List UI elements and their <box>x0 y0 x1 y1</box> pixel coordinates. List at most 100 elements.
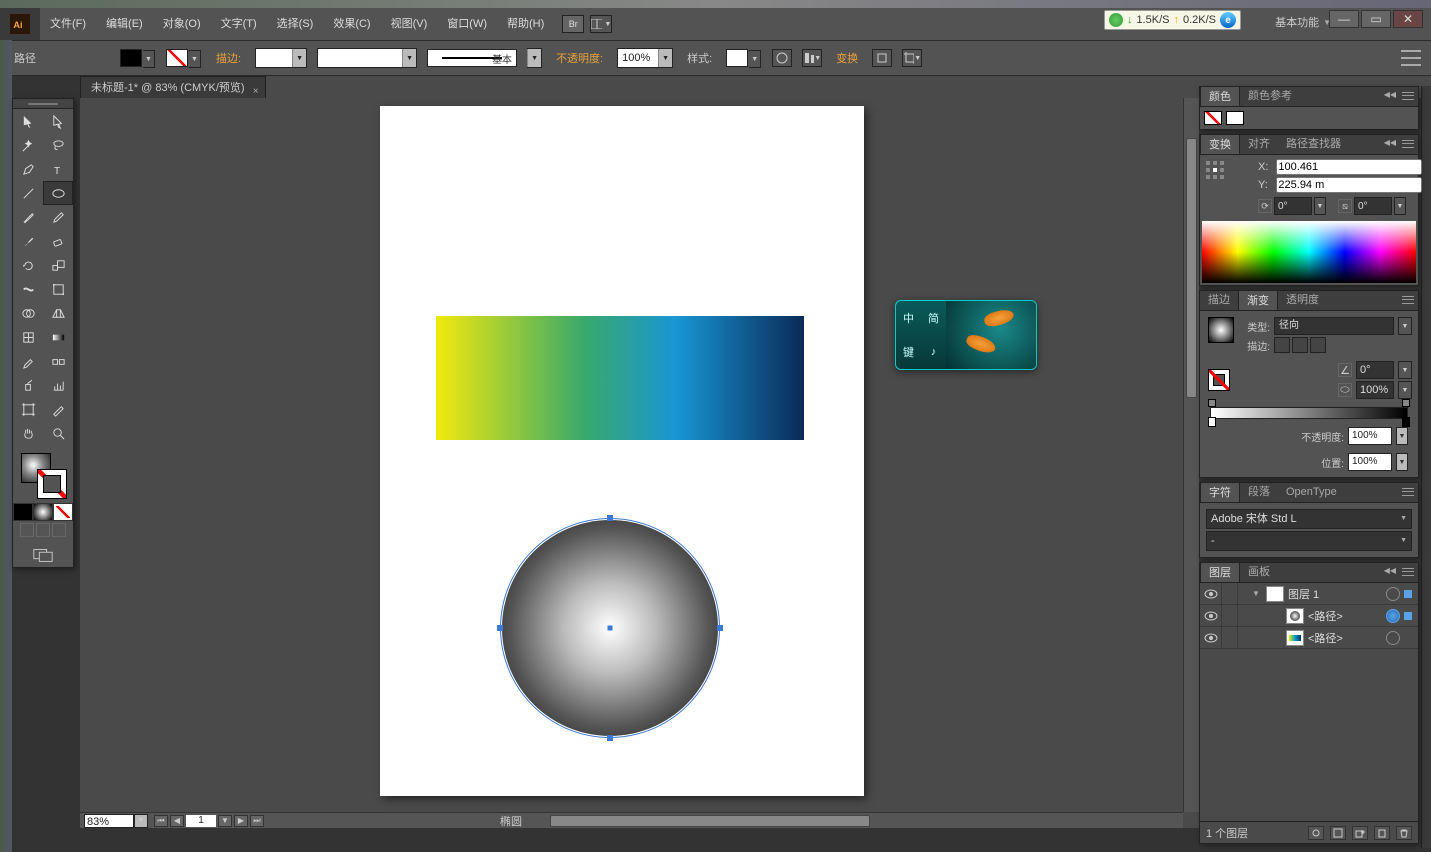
layer-name[interactable]: <路径> <box>1308 608 1382 624</box>
screen-mode[interactable] <box>13 543 73 567</box>
gradient-opacity-dropdown[interactable]: ▼ <box>1396 427 1408 445</box>
delete-layer-icon[interactable] <box>1396 826 1412 840</box>
anchor-point[interactable] <box>607 515 613 521</box>
arrange-docs-button[interactable]: ▼ <box>590 15 612 33</box>
visibility-toggle[interactable] <box>1200 583 1222 605</box>
graphic-style[interactable]: ▼ <box>726 49 748 67</box>
shape-builder-tool[interactable] <box>13 301 43 325</box>
collapse-icon[interactable]: ◀◀ <box>1384 90 1396 99</box>
anchor-point[interactable] <box>717 625 723 631</box>
gradient-slider[interactable] <box>1210 407 1408 419</box>
stroke-swatch[interactable]: ▼ <box>166 49 188 67</box>
rotate-tool[interactable] <box>13 253 43 277</box>
layer-row[interactable]: <路径> <box>1200 605 1418 627</box>
tab-stroke[interactable]: 描边 <box>1200 290 1238 310</box>
draw-inside[interactable] <box>52 523 66 537</box>
ie-icon[interactable]: e <box>1220 12 1236 28</box>
align-icon[interactable]: ▼ <box>802 49 822 67</box>
pen-tool[interactable] <box>13 157 43 181</box>
gradient-preview[interactable] <box>1208 317 1234 343</box>
document-tab[interactable]: 未标题-1* @ 83% (CMYK/预览)× <box>80 76 266 98</box>
eraser-tool[interactable] <box>43 229 73 253</box>
direct-selection-tool[interactable] <box>43 109 73 133</box>
target-icon[interactable] <box>1386 609 1400 623</box>
app-logo[interactable]: Ai <box>0 8 40 40</box>
lock-toggle[interactable] <box>1222 605 1238 627</box>
toolbox-grip[interactable] <box>13 99 73 109</box>
gradient-rectangle-object[interactable] <box>436 316 804 440</box>
tab-artboards[interactable]: 画板 <box>1240 562 1278 582</box>
menu-window[interactable]: 窗口(W) <box>437 8 497 40</box>
width-tool[interactable] <box>13 277 43 301</box>
gradient-stroke-swatch[interactable] <box>1208 369 1230 391</box>
solid-color-mode[interactable] <box>13 503 33 521</box>
visibility-toggle[interactable] <box>1200 605 1222 627</box>
layer-list[interactable]: ▼图层 1 <路径> <路径> <box>1200 583 1418 821</box>
opacity-label[interactable]: 不透明度: <box>552 50 607 66</box>
rotate-dropdown[interactable]: ▼ <box>1314 197 1326 215</box>
scrollbar-thumb[interactable] <box>550 815 870 827</box>
stroke-grad-1[interactable] <box>1274 337 1290 353</box>
tab-transparency[interactable]: 透明度 <box>1278 290 1327 310</box>
gradient-tool[interactable] <box>43 325 73 349</box>
menu-effect[interactable]: 效果(C) <box>323 8 380 40</box>
anchor-point[interactable] <box>607 735 613 741</box>
ime-simplified-button[interactable]: 简 <box>921 301 946 335</box>
layer-name[interactable]: 图层 1 <box>1288 586 1382 602</box>
color-stop-white[interactable] <box>1208 417 1216 427</box>
perspective-grid-tool[interactable] <box>43 301 73 325</box>
bridge-button[interactable]: Br <box>562 15 584 33</box>
page-dropdown[interactable]: ▼ <box>218 815 232 827</box>
type-tool[interactable]: T <box>43 157 73 181</box>
ime-keyboard-button[interactable]: 键 <box>896 335 921 369</box>
shear-input[interactable]: 0° <box>1354 197 1392 215</box>
menu-object[interactable]: 对象(O) <box>153 8 211 40</box>
first-page-button[interactable]: ⏮ <box>154 815 168 827</box>
visibility-toggle[interactable] <box>1200 627 1222 649</box>
panel-menu-icon[interactable] <box>1400 565 1416 579</box>
font-style-select[interactable]: -▼ <box>1206 531 1412 551</box>
reference-point-grid[interactable] <box>1206 161 1226 181</box>
tab-transform[interactable]: 变换 <box>1200 134 1240 154</box>
layer-row[interactable]: ▼图层 1 <box>1200 583 1418 605</box>
tab-opentype[interactable]: OpenType <box>1278 482 1345 502</box>
draw-normal[interactable] <box>20 523 34 537</box>
panel-dock-edge[interactable] <box>1421 86 1431 848</box>
menu-view[interactable]: 视图(V) <box>381 8 438 40</box>
menu-file[interactable]: 文件(F) <box>40 8 96 40</box>
x-input[interactable] <box>1276 159 1422 175</box>
isolate-icon[interactable] <box>872 49 892 67</box>
blob-brush-tool[interactable] <box>13 229 43 253</box>
mesh-tool[interactable] <box>13 325 43 349</box>
stroke-grad-3[interactable] <box>1310 337 1326 353</box>
stroke-style[interactable]: 基本 <box>427 49 517 67</box>
minimize-button[interactable]: — <box>1329 10 1359 28</box>
crop-icon[interactable]: ▼ <box>902 49 922 67</box>
opacity-stop-right[interactable] <box>1402 399 1410 407</box>
color-stop-black[interactable] <box>1402 417 1410 427</box>
ime-cn-button[interactable]: 中 <box>896 301 921 335</box>
new-layer-icon[interactable] <box>1374 826 1390 840</box>
transform-label[interactable]: 变换 <box>832 50 862 66</box>
workspace-preset[interactable]: 基本功能▼ <box>1275 14 1331 30</box>
locate-object-icon[interactable] <box>1308 826 1324 840</box>
line-tool[interactable] <box>13 181 43 205</box>
gradient-position-value[interactable]: 100% <box>1348 453 1392 471</box>
vertical-scrollbar[interactable] <box>1183 98 1199 812</box>
next-page-button[interactable]: ▶ <box>234 815 248 827</box>
angle-input[interactable]: 0° <box>1356 361 1394 379</box>
pencil-tool[interactable] <box>43 205 73 229</box>
magic-wand-tool[interactable] <box>13 133 43 157</box>
horizontal-scrollbar[interactable] <box>542 815 1183 827</box>
collapse-icon[interactable]: ◀◀ <box>1384 138 1396 147</box>
gradient-type-select[interactable]: 径向 <box>1274 317 1394 335</box>
maximize-button[interactable]: ▭ <box>1361 10 1391 28</box>
network-monitor[interactable]: ↓ 1.5K/S ↑ 0.2K/S e <box>1104 10 1241 30</box>
paintbrush-tool[interactable] <box>13 205 43 229</box>
fill-swatch-expand[interactable]: ▼ <box>120 49 142 67</box>
lasso-tool[interactable] <box>43 133 73 157</box>
slice-tool[interactable] <box>43 397 73 421</box>
artboard[interactable] <box>380 106 864 796</box>
lock-toggle[interactable] <box>1222 583 1238 605</box>
layer-row[interactable]: <路径> <box>1200 627 1418 649</box>
